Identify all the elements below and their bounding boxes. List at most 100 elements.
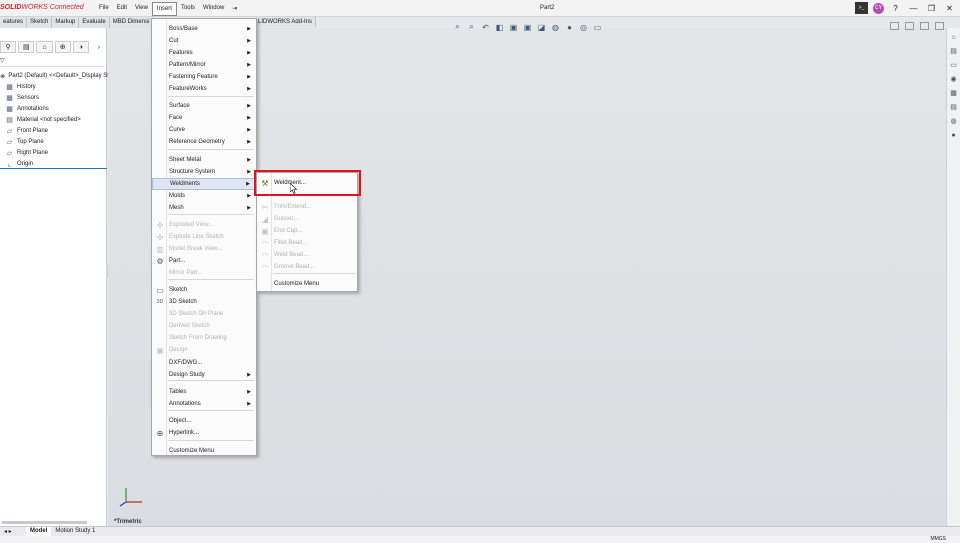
insert-menu-item-molds[interactable]: Molds ▶ bbox=[152, 190, 256, 202]
terminal-icon[interactable]: >_ bbox=[855, 2, 868, 14]
property-manager-icon[interactable]: ▤ bbox=[18, 41, 35, 53]
tab-sketch[interactable]: Sketch bbox=[27, 17, 53, 28]
viewport-tile-icon[interactable] bbox=[905, 22, 914, 30]
insert-menu-item-design: ▣ Design bbox=[152, 344, 256, 356]
section-view-icon[interactable]: ◧ bbox=[494, 22, 505, 32]
tree-item-sensors[interactable]: ▦ Sensors bbox=[0, 92, 107, 103]
viewport-restore-icon[interactable] bbox=[920, 22, 929, 30]
insert-menu-item-sketch-from-drawing: Sketch From Drawing bbox=[152, 332, 256, 344]
tree-rollback-bar[interactable] bbox=[0, 168, 107, 169]
design-library-icon[interactable]: ▤ bbox=[949, 47, 958, 56]
menu-insert[interactable]: Insert bbox=[151, 2, 177, 16]
scene-icon[interactable]: ◎ bbox=[578, 22, 589, 32]
tab-motion-study[interactable]: Motion Study 1 bbox=[51, 527, 99, 536]
display-style-icon[interactable]: ◪ bbox=[536, 22, 547, 32]
forum-icon[interactable]: ◍ bbox=[949, 117, 958, 126]
tree-item-top-plane[interactable]: ▱ Top Plane bbox=[0, 136, 107, 147]
sketch-icon: ▭ bbox=[156, 285, 164, 295]
zoom-to-fit-icon[interactable]: ⌕ bbox=[452, 22, 463, 32]
weldments-menu-item-customize-menu[interactable]: Customize Menu bbox=[257, 278, 357, 290]
chevron-right-icon: ▶ bbox=[247, 26, 251, 32]
insert-menu-item-reference-geometry[interactable]: Reference Geometry ▶ bbox=[152, 136, 256, 148]
menu-tools[interactable]: Tools bbox=[177, 2, 199, 16]
zoom-to-area-icon[interactable]: ⌕ bbox=[466, 22, 477, 32]
minimize-icon[interactable]: — bbox=[907, 2, 920, 14]
tree-item-material[interactable]: ▤ Material <not specified> bbox=[0, 114, 107, 125]
menu-item-label: Sketch From Drawing bbox=[169, 335, 227, 341]
menu-item-label: Customize Menu bbox=[169, 448, 215, 454]
view-palette-icon[interactable]: ◉ bbox=[949, 75, 958, 84]
tab-features[interactable]: eatures bbox=[0, 17, 28, 28]
tab-mbd-dimensions[interactable]: MBD Dimensi bbox=[109, 17, 154, 28]
unit-system-selector[interactable]: MMGS bbox=[930, 536, 946, 542]
insert-menu-item-face[interactable]: Face ▶ bbox=[152, 112, 256, 124]
display-manager-icon[interactable]: ◑ bbox=[72, 41, 89, 53]
weldments-menu-item-weld-bead: ◠ Weld Bead... bbox=[257, 249, 357, 261]
help-icon[interactable]: ? bbox=[889, 2, 902, 14]
insert-menu-item-tables[interactable]: Tables ▶ bbox=[152, 386, 256, 398]
horizontal-scrollbar[interactable] bbox=[2, 521, 87, 524]
insert-menu-item-pattern-mirror[interactable]: Pattern/Mirror ▶ bbox=[152, 59, 256, 71]
insert-menu-item-featureworks[interactable]: FeatureWorks ▶ bbox=[152, 83, 256, 95]
solidworks-resources-icon[interactable]: ⌂ bbox=[949, 33, 958, 42]
file-explorer-icon[interactable]: ▭ bbox=[949, 61, 958, 70]
insert-menu-item-object[interactable]: Object... bbox=[152, 415, 256, 427]
edit-appearance-icon[interactable]: ● bbox=[564, 22, 575, 32]
pin-icon[interactable]: ⇥ bbox=[228, 2, 241, 16]
insert-menu-item-fastening-feature[interactable]: Fastening Feature ▶ bbox=[152, 71, 256, 83]
restore-icon[interactable]: ❐ bbox=[925, 2, 938, 14]
tree-item-annotations[interactable]: ▦ Annotations bbox=[0, 103, 107, 114]
dimxpert-icon[interactable]: ⊕ bbox=[54, 41, 71, 53]
menu-item-label: Face bbox=[169, 115, 183, 121]
tree-root-part[interactable]: ◈ Part2 (Default) <<Default>_Display St bbox=[0, 70, 109, 81]
close-icon[interactable]: ✕ bbox=[943, 2, 956, 14]
previous-view-icon[interactable]: ↶ bbox=[480, 22, 491, 32]
insert-menu-item-curve[interactable]: Curve ▶ bbox=[152, 124, 256, 136]
insert-menu-item-surface[interactable]: Surface ▶ bbox=[152, 100, 256, 112]
tab-navigation-arrows[interactable]: ◂ ▸ bbox=[0, 527, 26, 536]
avatar[interactable]: CY bbox=[873, 2, 884, 14]
insert-menu-item-weldments[interactable]: Weldments ▶ bbox=[152, 178, 256, 190]
insert-menu-item-features[interactable]: Features ▶ bbox=[152, 47, 256, 59]
viewport-minimize-icon[interactable] bbox=[890, 22, 899, 30]
insert-menu-item-sketch[interactable]: ▭ Sketch bbox=[152, 284, 256, 296]
tab-evaluate[interactable]: Evaluate bbox=[79, 17, 110, 28]
menu-edit[interactable]: Edit bbox=[113, 2, 131, 16]
menu-separator bbox=[168, 149, 254, 150]
insert-menu-item-3d-sketch[interactable]: 3D 3D Sketch bbox=[152, 296, 256, 308]
feature-manager-tree-icon[interactable]: ⚲ bbox=[0, 41, 17, 53]
filter-icon[interactable]: ▽ bbox=[0, 57, 105, 67]
insert-menu-item-hyperlink[interactable]: ⊕ Hyperlink... bbox=[152, 427, 256, 439]
configuration-manager-icon[interactable]: ⌂ bbox=[36, 41, 53, 53]
tree-item-right-plane[interactable]: ▱ Right Plane bbox=[0, 147, 107, 158]
view-settings-icon[interactable]: ▭ bbox=[592, 22, 603, 32]
menu-file[interactable]: File bbox=[95, 2, 113, 16]
menu-separator bbox=[168, 380, 254, 381]
viewport-maximize-icon[interactable] bbox=[935, 22, 944, 30]
insert-menu-item-annotations[interactable]: Annotations ▶ bbox=[152, 398, 256, 410]
tree-item-history[interactable]: ▦ History bbox=[0, 81, 107, 92]
menu-view[interactable]: View bbox=[131, 2, 152, 16]
chevron-right-icon[interactable]: › bbox=[91, 41, 107, 53]
menu-item-label: Explode Line Sketch bbox=[169, 234, 224, 240]
3dexperience-icon[interactable]: ● bbox=[949, 131, 958, 140]
tab-markup[interactable]: Markup bbox=[52, 17, 80, 28]
tab-model[interactable]: Model bbox=[26, 527, 52, 536]
view-orientation-icon[interactable]: ▣ bbox=[522, 22, 533, 32]
appearances-icon[interactable]: ▦ bbox=[949, 89, 958, 98]
menu-item-label: Curve bbox=[169, 127, 186, 133]
insert-menu-item-dxf-dwg[interactable]: DXF/DWG... bbox=[152, 357, 256, 369]
hide-show-icon[interactable]: ◍ bbox=[550, 22, 561, 32]
insert-menu-item-boss-base[interactable]: Boss/Base ▶ bbox=[152, 23, 256, 35]
tree-item-front-plane[interactable]: ▱ Front Plane bbox=[0, 125, 107, 136]
insert-menu-item-cut[interactable]: Cut ▶ bbox=[152, 35, 256, 47]
insert-menu-item-structure-system[interactable]: Structure System ▶ bbox=[152, 166, 256, 178]
insert-menu-item-part[interactable]: ⚙ Part... bbox=[152, 255, 256, 267]
dynamic-annotation-icon[interactable]: ▣ bbox=[508, 22, 519, 32]
insert-menu-item-customize-menu[interactable]: Customize Menu bbox=[152, 445, 256, 457]
menu-window[interactable]: Window bbox=[199, 2, 228, 16]
tab-solidworks-addins[interactable]: LIDWORKS Add-Ins bbox=[255, 17, 317, 27]
custom-properties-icon[interactable]: ▤ bbox=[949, 103, 958, 112]
insert-menu-item-sheet-metal[interactable]: Sheet Metal ▶ bbox=[152, 154, 256, 166]
insert-menu-item-mesh[interactable]: Mesh ▶ bbox=[152, 202, 256, 214]
